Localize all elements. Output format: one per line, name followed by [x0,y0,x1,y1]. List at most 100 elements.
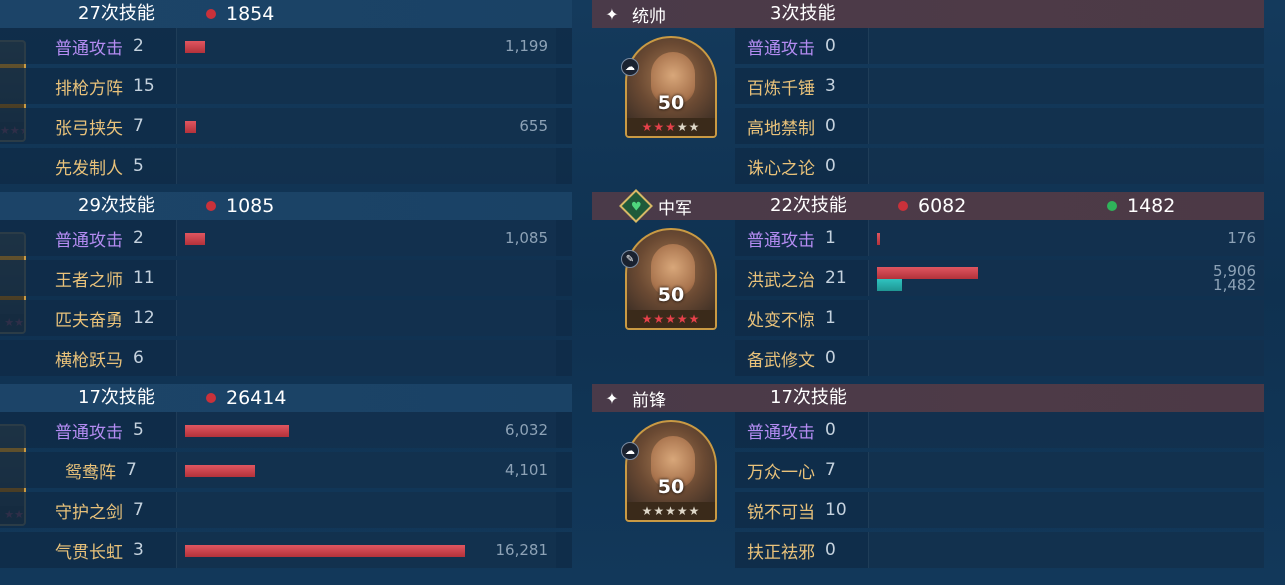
hero-level: 50 [657,284,685,306]
skill-row: 百炼千锤 3 [735,68,1264,104]
skill-name: 备武修文 [747,350,815,371]
skill-count: 21 [825,268,847,288]
damage-dot-icon [206,393,216,403]
skill-count: 7 [825,460,836,480]
hero-portrait[interactable]: 50 ★★★★★ [625,228,717,330]
role-label: ✦ 前锋 [602,384,666,412]
skill-name: 锐不可当 [747,502,815,523]
hero-header: ✦ 统帅 3次技能 [592,0,1264,28]
skill-row: 锐不可当 10 [735,492,1264,528]
skill-cast-count: 17次技能 [78,387,155,408]
skill-name: 张弓挟矢 [55,118,123,139]
skill-cast-count: 3次技能 [770,3,836,24]
skill-count: 7 [133,500,144,520]
skill-name: 气贯长虹 [55,542,123,563]
damage-bar [185,425,289,437]
skill-count: 7 [133,116,144,136]
skill-cast-count: 27次技能 [78,3,155,24]
hero-panel: ✦ 前锋 17次技能 50 ★★★★★ ☁ 普通攻击 0 万众一心 7 锐不可当 10 … [592,384,1264,570]
damage-value: 1085 [226,195,275,217]
hero-panel: 27次技能 1854 ★★★ 普通攻击2 1,199 排枪方阵15 张弓挟矢7 … [0,0,572,186]
skill-count: 1 [825,228,836,248]
skill-name: 百炼千锤 [747,78,815,99]
skill-row: 高地禁制 0 [735,108,1264,144]
feather-icon: ✎ [621,250,639,268]
role-name: 前锋 [632,390,666,411]
damage-value: 1854 [226,3,275,25]
hero-header: 29次技能 1085 [0,192,572,220]
skill-row: 守护之剑 7 [0,492,572,528]
hero-header: 27次技能 1854 [0,0,572,28]
heal-bar [877,279,902,291]
damage-value: 1,085 [505,229,548,247]
damage-value: 4,101 [505,461,548,479]
sparkle-icon: ✦ [605,388,619,408]
hero-panel: 29次技能 1085 ★★ 普通攻击2 1,085 王者之师11 匹夫奋勇12 … [0,192,572,378]
skill-count: 0 [825,156,836,176]
skill-count: 11 [133,268,155,288]
hero-panel: ♥ 中军 22次技能 6082 1482 50 ★★★★★ ✎ 普通攻击 1 176… [592,189,1264,378]
skill-row: 横枪跃马 6 [0,340,572,376]
damage-stat: 1085 [206,192,274,220]
cloud-icon: ☁ [621,442,639,460]
skill-row: 普通攻击 2 1,085 [0,220,572,256]
skill-name: 普通攻击 [747,422,815,443]
skill-count: 3 [133,540,144,560]
skill-name: 匹夫奋勇 [55,310,123,331]
damage-bar [877,267,978,279]
star-rating: ★★★★★ [627,502,715,520]
skill-count: 1 [825,308,836,328]
skill-name: 普通攻击 [55,230,123,251]
hero-header: ♥ 中军 22次技能 6082 1482 [592,189,1264,223]
right-army-column: ✦ 统帅 3次技能 50 ★★★ ★★ ☁ 普通攻击 0 百炼千锤 3 高地禁制 0 诛心… [592,0,1264,585]
role-name: 中军 [658,198,692,219]
sparkle-icon: ✦ [605,4,619,24]
skill-count: 6 [133,348,144,368]
skill-name: 王者之师 [55,270,123,291]
role-name: 统帅 [632,6,666,27]
skill-count: 0 [825,36,836,56]
skill-count: 12 [133,308,155,328]
grey-stars: ★★ [676,120,701,134]
hero-portrait[interactable]: 50 ★★★★★ [625,36,717,138]
skill-count: 0 [825,116,836,136]
skill-count: 10 [825,500,847,520]
skill-row: 张弓挟矢 7 655 [0,108,572,144]
damage-bar [185,233,205,245]
damage-value: 6,032 [505,421,548,439]
skill-count: 2 [133,36,144,56]
hero-portrait[interactable]: 50 ★★★★★ [625,420,717,522]
skill-name: 普通攻击 [55,38,123,59]
left-army-column: 27次技能 1854 ★★★ 普通攻击2 1,199 排枪方阵15 张弓挟矢7 … [0,0,572,585]
skill-row: 处变不惊 1 [735,300,1264,336]
skill-row: 匹夫奋勇 12 [0,300,572,336]
heal-value: 1,482 [1213,276,1256,294]
skill-count: 2 [133,228,144,248]
hero-panel: ✦ 统帅 3次技能 50 ★★★ ★★ ☁ 普通攻击 0 百炼千锤 3 高地禁制 0 诛心… [592,0,1264,186]
damage-stat: 1854 [206,0,274,28]
skill-row: 气贯长虹 3 16,281 [0,532,572,568]
damage-bar [185,41,205,53]
damage-value: 176 [1227,229,1256,247]
skill-row: 普通攻击 0 [735,28,1264,64]
damage-value: 655 [519,117,548,135]
damage-bar [877,233,880,245]
skill-count: 0 [825,540,836,560]
damage-value: 16,281 [495,541,549,559]
skill-name: 普通攻击 [747,38,815,59]
skill-name: 横枪跃马 [55,350,123,371]
skill-count: 0 [825,348,836,368]
skill-row: 普通攻击 2 1,199 [0,28,572,64]
damage-stat: 26414 [206,384,286,412]
skill-name: 先发制人 [55,158,123,179]
skill-row: 万众一心 7 [735,452,1264,488]
cloud-icon: ☁ [621,58,639,76]
hero-level: 50 [657,476,685,498]
red-stars: ★★★ [641,120,677,134]
skill-name: 普通攻击 [55,422,123,443]
skill-row: 备武修文 0 [735,340,1264,376]
damage-stat: 6082 [898,192,966,220]
skill-name: 普通攻击 [747,230,815,251]
hero-panel: 17次技能 26414 ★★ 普通攻击5 6,032 鸳鸯阵7 4,101 守护… [0,384,572,570]
skill-name: 扶正祛邪 [747,542,815,563]
